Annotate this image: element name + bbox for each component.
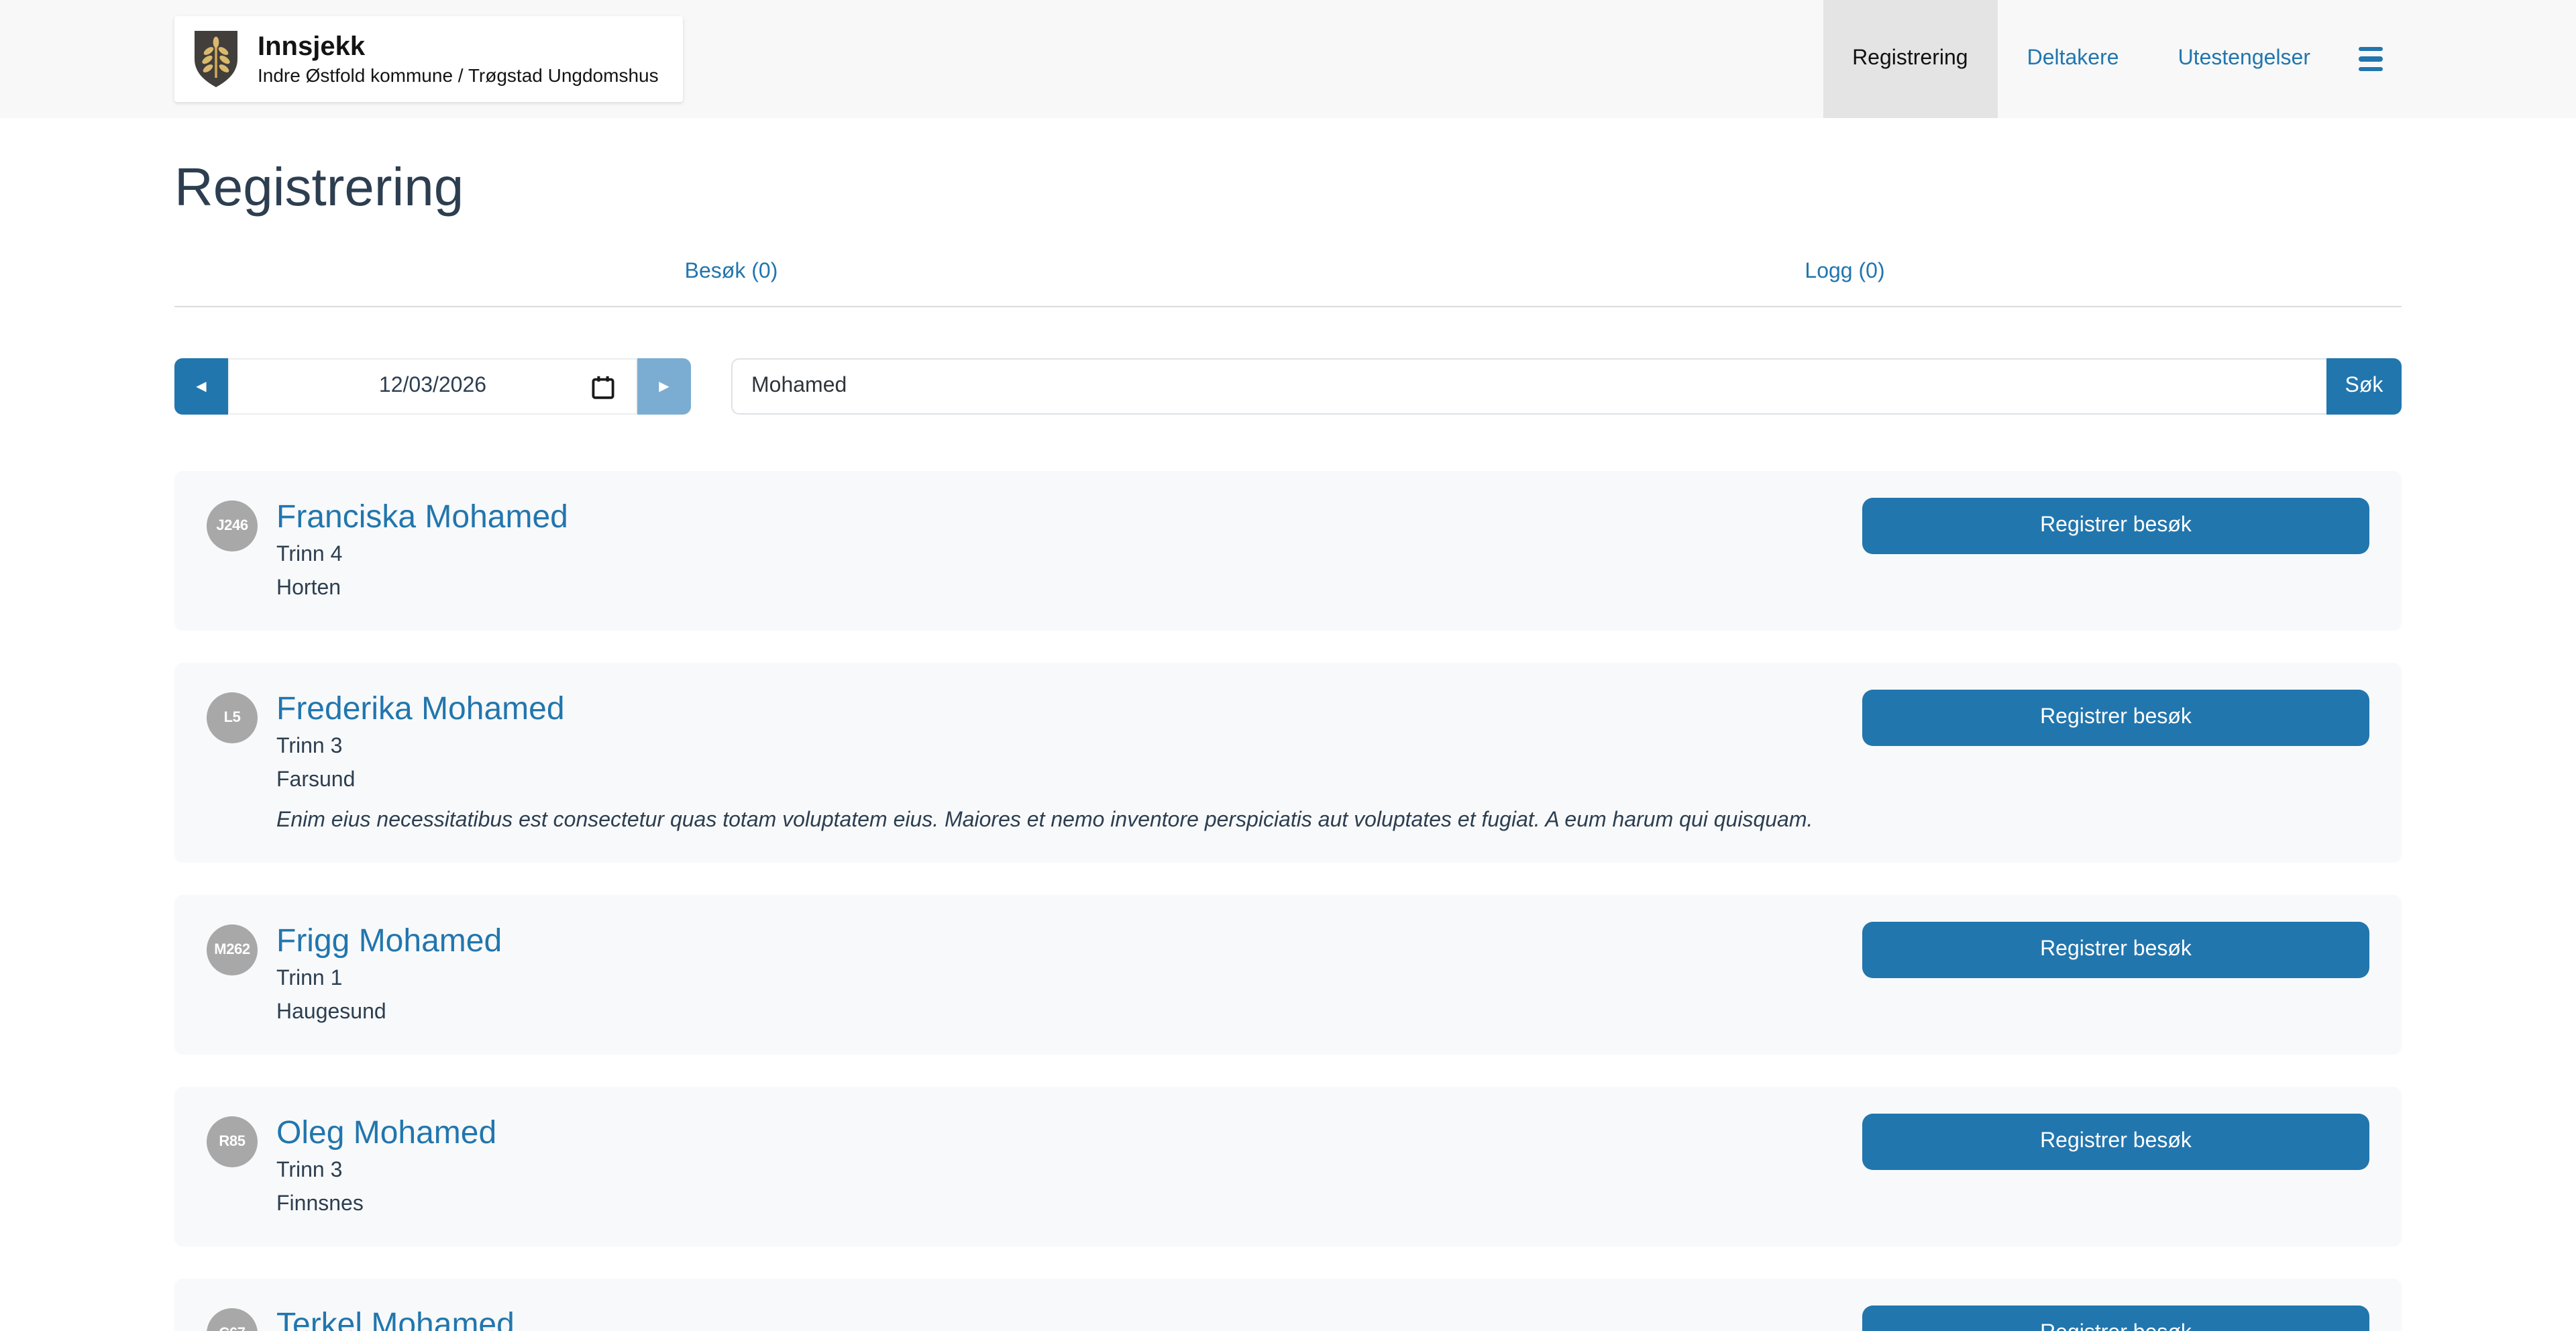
nav-item-registrering[interactable]: Registrering	[1823, 0, 1998, 118]
register-visit-button[interactable]: Registrer besøk	[1862, 1114, 2369, 1170]
participant-grade: Trinn 4	[276, 541, 568, 570]
date-value: 12/03/2026	[379, 374, 486, 398]
participant-card: R85 Oleg Mohamed Trinn 3 Finnsnes Regist…	[174, 1087, 2402, 1246]
register-visit-button[interactable]: Registrer besøk	[1862, 498, 2369, 554]
org-subtitle: Indre Østfold kommune / Trøgstad Ungdoms…	[258, 62, 659, 88]
avatar: L5	[207, 692, 258, 743]
search-group: Søk	[731, 358, 2402, 415]
participant-city: Haugesund	[276, 998, 502, 1028]
brand-logo-card[interactable]: Innsjekk Indre Østfold kommune / Trøgsta…	[174, 16, 683, 102]
participant-name-link[interactable]: Franciska Mohamed	[276, 498, 568, 537]
top-header: Innsjekk Indre Østfold kommune / Trøgsta…	[0, 0, 2576, 118]
tab-besok[interactable]: Besøk (0)	[174, 252, 1288, 306]
participant-grade: Trinn 3	[276, 1157, 496, 1186]
previous-day-button[interactable]: ◀	[174, 358, 228, 415]
search-button[interactable]: Søk	[2326, 358, 2402, 415]
participant-card: L5 Frederika Mohamed Trinn 3 Farsund Eni…	[174, 663, 2402, 863]
register-visit-button[interactable]: Registrer besøk	[1862, 690, 2369, 746]
nav-item-utestengelser[interactable]: Utestengelser	[2149, 0, 2340, 118]
participant-grade: Trinn 3	[276, 733, 1813, 762]
app-title: Innsjekk	[258, 30, 659, 62]
register-visit-button[interactable]: Registrer besøk	[1862, 922, 2369, 978]
participant-name-link[interactable]: Oleg Mohamed	[276, 1114, 496, 1153]
next-day-button[interactable]: ▶	[637, 358, 691, 415]
hamburger-menu-icon[interactable]	[2340, 0, 2402, 118]
avatar: M262	[207, 924, 258, 975]
date-input[interactable]: 12/03/2026	[228, 358, 637, 415]
participant-city: Finnsnes	[276, 1190, 496, 1220]
participant-grade: Trinn 1	[276, 965, 502, 994]
register-visit-button[interactable]: Registrer besøk	[1862, 1306, 2369, 1331]
nav-item-deltakere[interactable]: Deltakere	[1998, 0, 2149, 118]
participant-name-link[interactable]: Terkel Mohamed	[276, 1306, 515, 1331]
participant-list: J246 Franciska Mohamed Trinn 4 Horten Re…	[174, 471, 2402, 1331]
participant-name-link[interactable]: Frigg Mohamed	[276, 922, 502, 961]
participant-note: Enim eius necessitatibus est consectetur…	[276, 806, 1813, 836]
municipality-shield-icon	[193, 30, 239, 89]
participant-card: C67 Terkel Mohamed Trinn 4 Notodden Regi…	[174, 1279, 2402, 1331]
main-nav: Registrering Deltakere Utestengelser	[1823, 0, 2402, 118]
participant-card: J246 Franciska Mohamed Trinn 4 Horten Re…	[174, 471, 2402, 631]
tab-logg[interactable]: Logg (0)	[1288, 252, 2402, 306]
app-viewport: Innsjekk Indre Østfold kommune / Trøgsta…	[0, 0, 2576, 1331]
search-input[interactable]	[731, 358, 2326, 415]
participant-card: M262 Frigg Mohamed Trinn 1 Haugesund Reg…	[174, 895, 2402, 1055]
avatar: J246	[207, 500, 258, 551]
calendar-icon[interactable]	[592, 376, 614, 400]
filter-bar: ◀ 12/03/2026 ▶ Søk	[174, 358, 2402, 415]
avatar: C67	[207, 1308, 258, 1331]
avatar: R85	[207, 1116, 258, 1167]
sub-tabs: Besøk (0) Logg (0)	[174, 252, 2402, 307]
date-navigation: ◀ 12/03/2026 ▶	[174, 358, 691, 415]
participant-city: Horten	[276, 574, 568, 604]
page-title: Registrering	[174, 156, 2402, 220]
participant-city: Farsund	[276, 766, 1813, 796]
participant-name-link[interactable]: Frederika Mohamed	[276, 690, 565, 729]
